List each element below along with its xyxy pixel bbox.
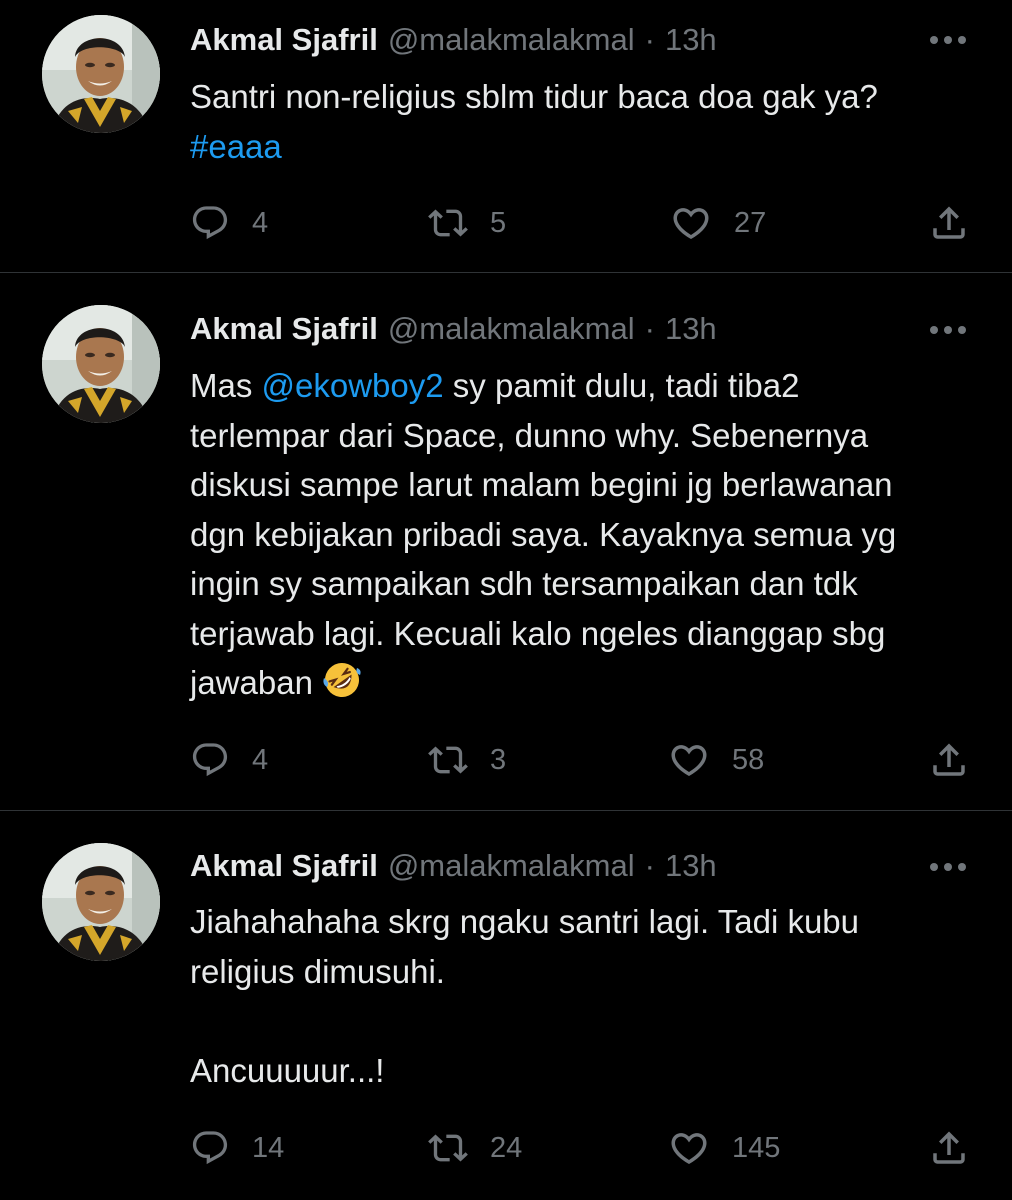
author-handle[interactable]: @malakmalakmal [388,22,635,58]
author-handle[interactable]: @malakmalakmal [388,311,635,347]
timestamp[interactable]: 13h [665,848,717,884]
retweet-icon [428,203,468,243]
reply-button[interactable]: 4 [190,198,268,248]
separator-dot: · [644,848,655,883]
tweet-text: Santri non-religius sblm tidur baca doa … [190,72,980,171]
reply-count: 4 [252,206,269,239]
like-count: 145 [732,1131,781,1164]
tweet-text-line: Santri non-religius sblm tidur baca doa … [190,78,878,115]
like-count: 27 [734,206,767,239]
reply-icon [190,203,230,243]
retweet-button[interactable]: 3 [428,735,506,785]
tweet-2[interactable]: Akmal Sjafril @malakmalakmal · 13h Mas @… [0,273,1012,810]
share-button[interactable] [928,735,970,785]
retweet-icon [428,1128,468,1168]
tweet-3[interactable]: Akmal Sjafril @malakmalakmal · 13h Jiaha… [0,811,1012,1200]
timestamp[interactable]: 13h [665,311,717,347]
tweet-text-line: ingin sy sampaikan sdh tersampaikan dan … [190,565,858,602]
tweet-text-line: Jiahahahaha skrg ngaku santri lagi. Tadi… [190,903,860,940]
text-last: jawaban [190,664,313,701]
tweet-text-line: jawaban [190,658,980,708]
tweet-actions: 4 5 27 [190,198,980,248]
heart-icon [668,1127,710,1169]
retweet-icon [428,740,468,780]
tweet-text-line: Ancuuuuur...! [190,1051,385,1089]
separator-dot: · [644,311,655,346]
share-button[interactable] [928,198,970,248]
like-count: 58 [732,743,765,776]
tweet-text-line: terjawab lagi. Kecuali kalo ngeles diang… [190,614,886,652]
heart-icon [668,739,710,781]
reply-icon [190,740,230,780]
author-name[interactable]: Akmal Sjafril [190,848,378,884]
share-icon [928,202,970,244]
reply-button[interactable]: 4 [190,735,268,785]
more-icon[interactable] [930,320,966,340]
author-handle[interactable]: @malakmalakmal [388,848,635,884]
tweet-text-line: religius dimusuhi. [190,952,445,990]
tweet-actions: 4 3 58 [190,735,980,785]
timestamp[interactable]: 13h [665,22,717,58]
more-icon[interactable] [930,857,966,877]
reply-icon [190,1128,230,1168]
tweet-actions: 14 24 145 [190,1123,980,1173]
more-icon[interactable] [930,30,966,50]
author-name[interactable]: Akmal Sjafril [190,22,378,58]
like-button[interactable]: 27 [670,198,766,248]
avatar[interactable] [42,15,160,133]
retweet-count: 24 [490,1131,523,1164]
reply-button[interactable]: 14 [190,1123,284,1173]
tweet-text: Jiahahahaha skrg ngaku santri lagi. Tadi… [190,897,980,1095]
text-rest: sy pamit dulu, tadi tiba2 [443,367,800,404]
like-button[interactable]: 145 [668,1123,780,1173]
tweet-text: Mas @ekowboy2 sy pamit dulu, tadi tiba2 … [190,361,980,708]
author-name[interactable]: Akmal Sjafril [190,311,378,347]
retweet-button[interactable]: 24 [428,1123,522,1173]
tweet-text-line [190,996,980,1046]
avatar[interactable] [42,843,160,961]
share-button[interactable] [928,1123,970,1173]
avatar[interactable] [42,305,160,423]
tweet-1[interactable]: Akmal Sjafril @malakmalakmal · 13h Santr… [0,0,1012,272]
retweet-button[interactable]: 5 [428,198,506,248]
text-prefix: Mas [190,367,262,404]
retweet-count: 5 [490,206,507,239]
retweet-count: 3 [490,743,507,776]
share-icon [928,739,970,781]
share-icon [928,1127,970,1169]
tweet-text-line: Mas @ekowboy2 sy pamit dulu, tadi tiba2 [190,361,980,411]
hashtag-link[interactable]: #eaaa [190,128,282,165]
like-button[interactable]: 58 [668,735,764,785]
rolling-on-floor-laughing-emoji [322,660,362,700]
tweet-text-line: diskusi sampe larut malam begini jg berl… [190,466,893,503]
mention-link[interactable]: @ekowboy2 [262,367,444,404]
heart-icon [670,202,712,244]
tweet-text-line: terlempar dari Space, dunno why. Sebener… [190,416,869,454]
reply-count: 4 [252,743,269,776]
tweet-text-line: dgn kebijakan pribadi saya. Kayaknya sem… [190,515,897,553]
reply-count: 14 [252,1131,285,1164]
separator-dot: · [644,22,655,57]
